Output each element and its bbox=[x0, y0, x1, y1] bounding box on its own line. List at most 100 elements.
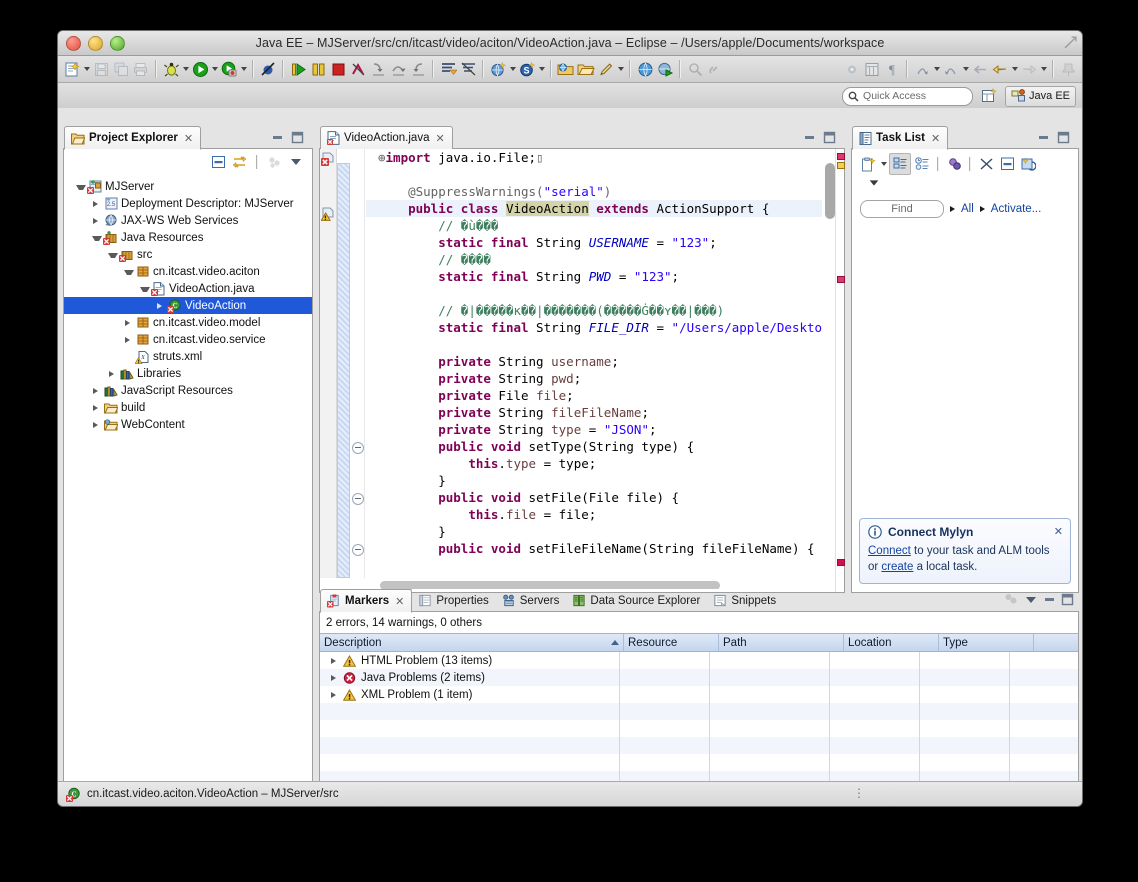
tab-snippets[interactable]: Snippets bbox=[707, 589, 784, 612]
mylyn-create-link[interactable]: create bbox=[881, 561, 913, 573]
back-arrow-icon[interactable] bbox=[970, 58, 990, 80]
code-line[interactable]: this.file = file; bbox=[366, 506, 822, 523]
save-icon[interactable] bbox=[91, 58, 111, 80]
code-line[interactable]: // �ù��� bbox=[366, 217, 822, 234]
prev-edit-icon[interactable] bbox=[941, 58, 961, 80]
back-history-icon[interactable] bbox=[990, 58, 1010, 80]
view-menu-icon[interactable] bbox=[1024, 594, 1038, 606]
view-menu-icon[interactable] bbox=[868, 177, 880, 189]
expand-arrow-right-icon[interactable] bbox=[106, 368, 118, 380]
tab-properties[interactable]: Properties bbox=[412, 589, 496, 612]
zoom-window-button[interactable] bbox=[110, 36, 125, 51]
minimize-icon[interactable] bbox=[803, 132, 816, 144]
markers-row[interactable]: Java Problems (2 items) bbox=[320, 669, 1078, 686]
code-line[interactable] bbox=[366, 336, 822, 353]
markers-row[interactable] bbox=[320, 720, 1078, 737]
step-over-icon[interactable] bbox=[388, 58, 408, 80]
tree-item-java-resources[interactable]: Java Resources bbox=[64, 229, 312, 246]
open-perspective-button[interactable] bbox=[979, 86, 999, 106]
collapse-all-icon[interactable] bbox=[208, 152, 228, 172]
hide-completed-icon[interactable] bbox=[976, 154, 996, 174]
open-folder-icon[interactable] bbox=[576, 58, 596, 80]
code-line[interactable]: ⊕import java.io.File;▯ bbox=[366, 149, 822, 166]
step-into-icon[interactable] bbox=[368, 58, 388, 80]
column-header-resource[interactable]: Resource bbox=[624, 634, 719, 651]
expand-arrow-right-icon[interactable] bbox=[328, 672, 340, 684]
tree-item-src[interactable]: src bbox=[64, 246, 312, 263]
expand-arrow-down-icon[interactable] bbox=[106, 249, 118, 261]
forward-history-icon[interactable] bbox=[1019, 58, 1039, 80]
filter-all-link[interactable]: All bbox=[961, 203, 974, 215]
code-line[interactable]: static final String PWD = "123"; bbox=[366, 268, 822, 285]
tab-videoaction-java[interactable]: VideoAction.java ✕ bbox=[320, 126, 453, 150]
code-line[interactable]: private String type = "JSON"; bbox=[366, 421, 822, 438]
edit-dropdown[interactable] bbox=[616, 58, 625, 80]
synchronize-icon[interactable] bbox=[1018, 154, 1038, 174]
new-task-icon[interactable] bbox=[858, 154, 878, 174]
markers-table-body[interactable]: HTML Problem (13 items) Java Problems (2 … bbox=[320, 652, 1078, 788]
expand-arrow-right-icon[interactable] bbox=[122, 317, 134, 329]
markers-column-headers[interactable]: Description Resource Path Location Type bbox=[320, 633, 1078, 652]
code-line[interactable] bbox=[366, 285, 822, 302]
code-line[interactable]: static final String USERNAME = "123"; bbox=[366, 234, 822, 251]
tree-item-libraries[interactable]: Libraries bbox=[64, 365, 312, 382]
restore-focus-icon[interactable] bbox=[1003, 592, 1019, 607]
tab-task-list[interactable]: Task List ✕ bbox=[852, 126, 949, 150]
window-controls[interactable] bbox=[66, 36, 125, 51]
scheduled-mode-icon[interactable] bbox=[912, 154, 932, 174]
run-icon[interactable] bbox=[190, 58, 210, 80]
close-icon[interactable]: ✕ bbox=[1054, 525, 1063, 538]
focus-on-workweek-icon[interactable] bbox=[944, 154, 964, 174]
close-icon[interactable]: ✕ bbox=[184, 132, 193, 145]
maximize-icon[interactable] bbox=[1057, 131, 1070, 144]
activate-link[interactable]: Activate... bbox=[991, 203, 1042, 215]
tab-data-source-explorer[interactable]: Data Source Explorer bbox=[566, 589, 708, 612]
code-line[interactable]: public void setFile(File file) { bbox=[366, 489, 822, 506]
expand-arrow-right-icon[interactable] bbox=[90, 215, 102, 227]
fold-collapse-icon[interactable] bbox=[352, 544, 364, 556]
minimize-window-button[interactable] bbox=[88, 36, 103, 51]
project-explorer-toolbar[interactable] bbox=[64, 149, 312, 176]
next-edit-dropdown[interactable] bbox=[932, 58, 941, 80]
code-line[interactable]: public void setFileFileName(String fileF… bbox=[366, 540, 822, 556]
focus-icon[interactable] bbox=[264, 152, 284, 172]
project-tree[interactable]: MJServer 2.5 Deployment Descriptor: MJServ… bbox=[64, 176, 312, 433]
new-struts-dropdown[interactable] bbox=[537, 58, 546, 80]
close-icon[interactable]: ✕ bbox=[931, 132, 940, 145]
new-wizard-icon[interactable] bbox=[62, 58, 82, 80]
tree-item-webcontent[interactable]: WebContent bbox=[64, 416, 312, 433]
markers-row[interactable] bbox=[320, 703, 1078, 720]
maximize-icon[interactable] bbox=[823, 131, 836, 144]
tree-item-cn-itcast-video-service[interactable]: cn.itcast.video.service bbox=[64, 331, 312, 348]
expand-arrow-right-icon[interactable] bbox=[90, 419, 102, 431]
expand-arrow-right-icon[interactable] bbox=[90, 402, 102, 414]
expand-arrow-right-icon[interactable] bbox=[122, 334, 134, 346]
run-external-dropdown[interactable] bbox=[239, 58, 248, 80]
code-line[interactable]: } bbox=[366, 523, 822, 540]
disconnect-icon[interactable] bbox=[348, 58, 368, 80]
code-line[interactable]: private String pwd; bbox=[366, 370, 822, 387]
tree-item-videoaction-java[interactable]: VideoAction.java bbox=[64, 280, 312, 297]
minimize-icon[interactable] bbox=[1043, 594, 1056, 606]
tree-item-deployment-descriptor-mjserver[interactable]: 2.5 Deployment Descriptor: MJServer bbox=[64, 195, 312, 212]
debug-dropdown[interactable] bbox=[181, 58, 190, 80]
web-globe-icon[interactable] bbox=[635, 58, 655, 80]
new-task-dropdown[interactable] bbox=[879, 153, 888, 175]
search-icon[interactable] bbox=[685, 58, 705, 80]
code-line[interactable] bbox=[366, 166, 822, 183]
column-header-type[interactable]: Type bbox=[939, 634, 1034, 651]
markers-row[interactable]: XML Problem (1 item) bbox=[320, 686, 1078, 703]
code-line[interactable]: private String username; bbox=[366, 353, 822, 370]
expand-arrow-down-icon[interactable] bbox=[138, 283, 150, 295]
minimize-icon[interactable] bbox=[1037, 132, 1050, 144]
editor-folding-column[interactable] bbox=[350, 149, 365, 578]
editor-code[interactable]: ⊕import java.io.File;▯ @SuppressWarnings… bbox=[366, 149, 822, 578]
tree-item-jax-ws-web-services[interactable]: JAX-WS Web Services bbox=[64, 212, 312, 229]
new-struts-icon[interactable]: S bbox=[517, 58, 537, 80]
column-header-path[interactable]: Path bbox=[719, 634, 844, 651]
main-toolbar[interactable]: S ¶ bbox=[58, 56, 1082, 83]
pilcrow-icon[interactable]: ¶ bbox=[882, 58, 902, 80]
fold-collapse-icon[interactable] bbox=[352, 442, 364, 454]
perspective-java-ee[interactable]: Java EE bbox=[1005, 85, 1076, 107]
tree-item-videoaction[interactable]: C VideoAction bbox=[64, 297, 312, 314]
